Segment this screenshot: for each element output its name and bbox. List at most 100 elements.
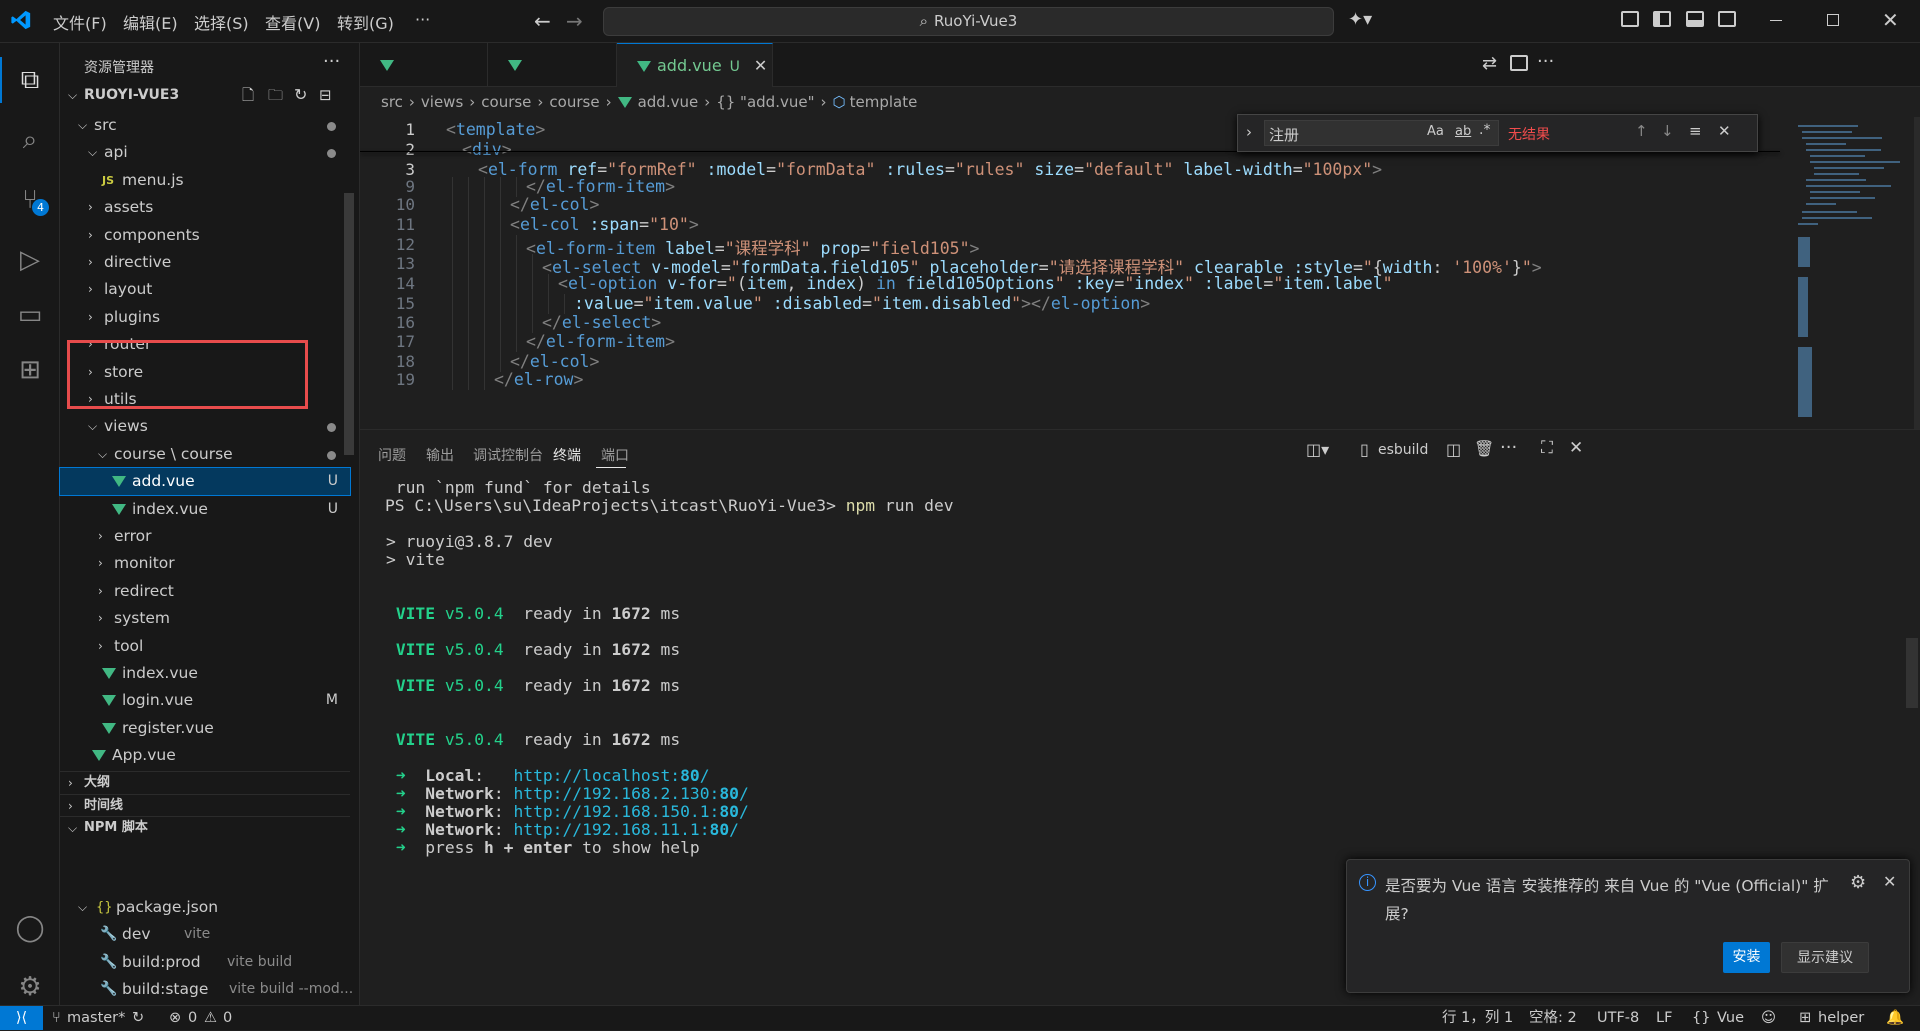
panel-tab[interactable]: 输出 [426, 445, 454, 465]
indentation[interactable]: 空格: 2 [1529, 1006, 1577, 1030]
folder-item[interactable]: ⌵ src [60, 112, 350, 139]
npm-script-item[interactable]: 🔧 build:stage vite build --mod... [60, 976, 353, 1003]
language-mode[interactable]: Vue [1717, 1006, 1744, 1030]
toggle-sidebar-icon[interactable] [1653, 11, 1671, 27]
close-find-icon[interactable]: ✕ [1718, 122, 1731, 140]
panel-tab[interactable]: 调试控制台 [473, 445, 543, 465]
code-editor[interactable]: 1 <template> 2 <div> 3 <el-form ref="formRef"… [360, 117, 1920, 429]
file-item[interactable]: index.vue [60, 660, 350, 687]
maximize-icon[interactable] [1827, 14, 1839, 26]
new-file-icon[interactable]: 🗋 [242, 83, 254, 107]
file-item[interactable]: JS menu.js [60, 167, 350, 194]
split-terminal-dropdown-icon[interactable]: ◫▾ [1306, 440, 1329, 459]
panel-tab[interactable]: 问题 [378, 445, 406, 465]
find-input[interactable]: 注册 Aa ab .* [1264, 120, 1499, 146]
notification-settings-icon[interactable]: ⚙ [1850, 872, 1866, 893]
folder-item[interactable]: › plugins [60, 304, 350, 331]
npm-package-file[interactable]: ⌵ {} package.json [60, 894, 350, 921]
menu-item[interactable]: 文件(F) [53, 10, 107, 34]
npm-script-item[interactable]: 🔧 build:prod vite build [60, 949, 350, 976]
customize-layout-icon[interactable] [1621, 11, 1639, 27]
encoding[interactable]: UTF-8 [1597, 1006, 1639, 1030]
toggle-secondary-sidebar-icon[interactable] [1718, 11, 1736, 27]
folder-item[interactable]: › assets [60, 194, 350, 221]
folder-item[interactable]: › redirect [60, 578, 350, 605]
minimize-icon[interactable] [1770, 20, 1782, 21]
file-item[interactable]: register.vue [60, 715, 350, 742]
match-case-toggle[interactable]: Aa [1427, 124, 1444, 139]
errors-count[interactable]: 0 [188, 1006, 197, 1030]
account-icon[interactable]: ◯ [13, 911, 47, 945]
refresh-icon[interactable]: ↻ [294, 83, 307, 107]
breadcrumb-item[interactable]: src [381, 93, 403, 111]
file-item[interactable]: App.vue [60, 742, 350, 769]
tab-close-icon[interactable]: ✕ [754, 56, 767, 75]
copilot-icon[interactable]: ✦▾ [1348, 9, 1372, 30]
root-folder-header[interactable]: ⌵ RUOYI-VUE3 🗋 🗀 ↻ ⊟ [60, 83, 350, 107]
remote-indicator[interactable]: ⟩⟨ [0, 1006, 43, 1030]
menu-item[interactable]: 转到(G) [337, 10, 394, 34]
search-icon[interactable]: ⌕ [13, 123, 47, 157]
folder-item[interactable]: › components [60, 222, 350, 249]
menu-item[interactable]: 编辑(E) [123, 10, 178, 34]
compare-changes-icon[interactable]: ⇄ [1482, 53, 1497, 74]
section-header[interactable]: › 时间线 [60, 793, 350, 816]
copilot-status-icon[interactable]: ☺ [1761, 1006, 1776, 1030]
close-window-icon[interactable]: ✕ [1882, 8, 1899, 32]
menu-item[interactable]: 选择(S) [194, 10, 249, 34]
folder-item[interactable]: › layout [60, 276, 350, 303]
nav-back-icon[interactable]: ← [534, 9, 551, 33]
close-panel-icon[interactable]: ✕ [1569, 438, 1583, 458]
whole-word-toggle[interactable]: ab [1455, 124, 1471, 139]
editor-more-icon[interactable]: ··· [1537, 51, 1554, 72]
explorer-icon[interactable]: ⧉ [13, 63, 47, 97]
split-terminal-icon[interactable]: ◫ [1446, 440, 1461, 459]
more-actions-icon[interactable]: ··· [323, 51, 340, 72]
folder-item[interactable]: ⌵ views [60, 413, 350, 440]
breadcrumb-item[interactable]: add.vue [638, 93, 699, 111]
folder-item[interactable]: ⌵ api [60, 139, 350, 166]
remote-explorer-icon[interactable]: ▭ [13, 298, 47, 332]
folder-item[interactable]: › system [60, 605, 350, 632]
editor-scrollbar[interactable] [1914, 117, 1920, 429]
npm-script-item[interactable]: 🔧 dev vite [60, 921, 350, 948]
run-debug-icon[interactable]: ▷ [13, 243, 47, 277]
file-item[interactable]: login.vue M [60, 687, 350, 714]
kill-terminal-icon[interactable]: 🗑 [1474, 439, 1494, 458]
breadcrumb-item[interactable]: template [850, 93, 918, 111]
breadcrumb-item[interactable]: course [481, 93, 531, 111]
minimap[interactable] [1788, 117, 1908, 429]
maximize-panel-icon[interactable]: ⛶ [1541, 438, 1553, 458]
editor-tab[interactable]: index.vueU [360, 43, 488, 118]
terminal-scrollbar[interactable] [1906, 638, 1918, 708]
scrollbar-thumb[interactable] [344, 193, 354, 455]
panel-tab[interactable]: 终端 [553, 445, 581, 465]
folder-item[interactable]: › tool [60, 633, 350, 660]
toggle-replace-icon[interactable]: › [1246, 123, 1252, 141]
sync-icon[interactable]: ↻ [132, 1006, 144, 1030]
panel-tab[interactable]: 端口 [601, 445, 629, 465]
find-in-selection-icon[interactable]: ≡ [1689, 122, 1702, 140]
folder-item[interactable]: › directive [60, 249, 350, 276]
editor-tab[interactable]: add.vue U ✕ [617, 43, 773, 87]
end-of-line[interactable]: LF [1656, 1006, 1672, 1030]
split-editor-icon[interactable] [1510, 55, 1528, 71]
next-match-icon[interactable]: ↓ [1661, 122, 1674, 140]
collapse-all-icon[interactable]: ⊟ [319, 83, 332, 107]
show-recommendations-button[interactable]: 显示建议 [1781, 942, 1869, 973]
notification-close-icon[interactable]: ✕ [1883, 872, 1896, 891]
extensions-icon[interactable]: ⊞ [13, 353, 47, 387]
menu-item[interactable]: ··· [415, 10, 430, 29]
file-item[interactable]: add.vue U [59, 467, 351, 497]
new-folder-icon[interactable]: 🗀 [268, 83, 283, 107]
settings-gear-icon[interactable]: ⚙ [13, 970, 47, 1004]
helper-label[interactable]: helper [1818, 1006, 1864, 1030]
nav-forward-icon[interactable]: → [566, 9, 583, 33]
folder-item[interactable]: › error [60, 523, 350, 550]
folder-item[interactable]: ⌵ course \ course [60, 441, 350, 468]
folder-item[interactable]: › monitor [60, 550, 350, 577]
section-header[interactable]: › 大纲 [60, 771, 350, 793]
warnings-count[interactable]: 0 [223, 1006, 232, 1030]
cursor-position[interactable]: 行 1，列 1 [1442, 1006, 1513, 1030]
terminal-profile-name[interactable]: esbuild [1378, 442, 1428, 458]
